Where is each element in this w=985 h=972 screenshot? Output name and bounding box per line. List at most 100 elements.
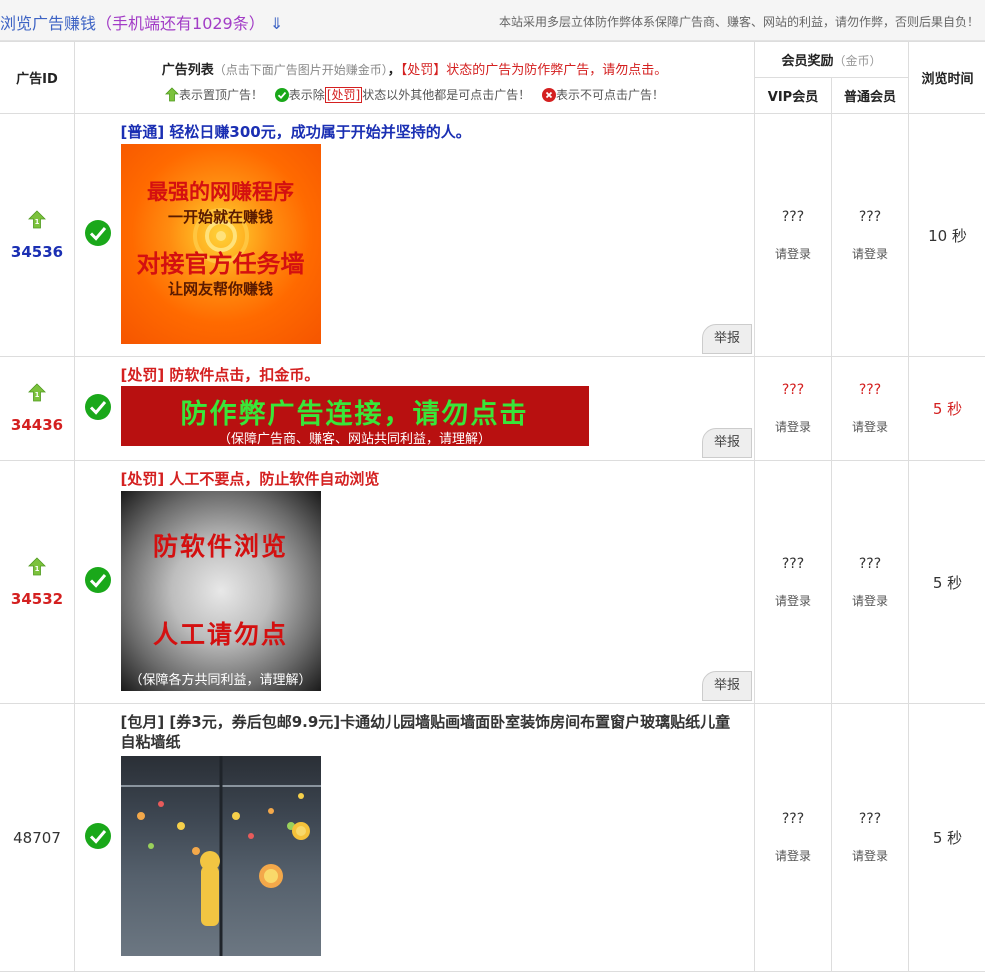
table-row: 48707 [包月] [券3元，券后包邮9.9元]卡通幼儿园墙贴画墙面卧室装饰房… [0,704,985,972]
status-cell [75,704,121,972]
ad-id[interactable]: 34532 [11,590,63,608]
vip-reward-cell: ??? 请登录 [755,114,832,357]
list-hint: （点击下面广告图片开始赚金币） [214,63,388,77]
legend: 表示置顶广告！ 表示除[处罚]状态以外其他都是可点击广告！ 表示不可点击广告！ [75,86,754,103]
normal-reward-cell: ??? 请登录 [832,704,909,972]
ad-title[interactable]: [包月] [券3元，券后包邮9.9元]卡通幼儿园墙贴画墙面卧室装饰房间布置窗户玻… [121,712,755,752]
ad-id[interactable]: 34436 [11,416,63,434]
normal-reward-cell: ??? 请登录 [832,357,909,461]
wall-sticker-illustration-icon [121,756,321,956]
ad-content: [普通] 轻松日赚300元，成功属于开始并坚持的人。 最强的网赚程序 一开始就在… [121,114,755,357]
browse-time: 5 秒 [909,704,985,972]
comma: ， [388,63,401,78]
banner-line-1: 最强的网赚程序 [121,176,321,206]
reward-unit: （金币） [834,54,882,68]
ad-id-cell: 1 34532 [0,461,75,704]
browse-time: 10 秒 [909,114,985,357]
ad-title[interactable]: [普通] 轻松日赚300元，成功属于开始并坚持的人。 [121,122,755,142]
ad-id[interactable]: 34536 [11,243,63,261]
normal-reward: ??? [832,811,908,827]
ad-content: [处罚] 人工不要点，防止软件自动浏览 防软件浏览 人工请勿点 （保障各方共同利… [121,461,755,704]
vip-reward: ??? [755,811,831,827]
banner-line-2: 人工请勿点 [121,615,321,651]
normal-reward: ??? [832,209,908,225]
col-header-id: 广告ID [0,42,75,114]
vip-reward-cell: ??? 请登录 [755,704,832,972]
vip-reward: ??? [755,556,831,572]
legend-penalty-tag: [处罚] [325,87,362,103]
ad-title[interactable]: [处罚] 防软件点击，扣金币。 [121,365,755,385]
banner-line-1: 防作弊广告连接，请勿点击 [121,392,589,431]
report-button[interactable]: 举报 [702,428,752,458]
status-cell [75,114,121,357]
svg-text:1: 1 [35,218,40,226]
ad-id[interactable]: 48707 [13,829,61,847]
ad-content: [处罚] 防软件点击，扣金币。 防作弊广告连接，请勿点击 （保障广告商、赚客、网… [121,357,755,461]
check-circle-icon [84,219,112,247]
login-link[interactable]: 请登录 [755,245,831,262]
browse-time: 5 秒 [909,461,985,704]
report-button[interactable]: 举报 [702,671,752,701]
top-bar: 浏览广告赚钱（手机端还有1029条） ⇓ 本站采用多层立体防作弊体系保障广告商、… [0,0,985,41]
ad-table: 广告ID 广告列表（点击下面广告图片开始赚金币），【处罚】状态的广告为防作弊广告… [0,41,985,972]
col-header-vip: VIP会员 [755,78,832,114]
mobile-count[interactable]: （手机端还有1029条） [96,14,265,33]
login-link[interactable]: 请登录 [755,592,831,609]
ad-banner[interactable]: 防软件浏览 人工请勿点 （保障各方共同利益，请理解） [121,491,321,691]
col-header-list: 广告列表（点击下面广告图片开始赚金币），【处罚】状态的广告为防作弊广告，请勿点击… [75,42,755,114]
collapse-arrow-icon[interactable]: ⇓ [270,14,283,33]
report-button[interactable]: 举报 [702,324,752,354]
banner-line-3: 对接官方任务墙 [121,244,321,279]
login-link[interactable]: 请登录 [832,418,908,435]
banner-line-4: 让网友帮你赚钱 [121,278,321,299]
legend-not-clickable: 表示不可点击广告！ [542,86,664,103]
login-link[interactable]: 请登录 [832,245,908,262]
vip-reward: ??? [755,382,831,398]
page-title-main: 浏览广告赚钱 [0,14,96,33]
pin-up-icon: 1 [28,557,46,576]
ad-product-image[interactable] [121,756,321,956]
penalty-note: 【处罚】状态的广告为防作弊广告，请勿点击。 [401,63,668,78]
pin-up-icon [165,87,179,102]
ad-banner[interactable]: 防作弊广告连接，请勿点击 （保障广告商、赚客、网站共同利益，请理解） [121,386,589,446]
ad-content: [包月] [券3元，券后包邮9.9元]卡通幼儿园墙贴画墙面卧室装饰房间布置窗户玻… [121,704,755,972]
normal-reward: ??? [832,382,908,398]
pin-up-icon: 1 [28,210,46,229]
anti-cheat-notice: 本站采用多层立体防作弊体系保障广告商、赚客、网站的利益，请勿作弊，否则后果自负！ [499,13,979,30]
table-row: 1 34536 [普通] 轻松日赚300元，成功属于开始并坚持的人。 最强的网赚… [0,114,985,357]
pin-up-icon: 1 [28,383,46,402]
login-link[interactable]: 请登录 [755,418,831,435]
legend-clickable-suffix: 状态以外其他都是可点击广告！ [362,88,530,102]
vip-reward-cell: ??? 请登录 [755,357,832,461]
vip-reward: ??? [755,209,831,225]
login-link[interactable]: 请登录 [832,592,908,609]
col-header-reward: 会员奖励（金币） [755,42,909,78]
login-link[interactable]: 请登录 [832,847,908,864]
svg-text:1: 1 [35,565,40,573]
ad-id-cell: 48707 [0,704,75,972]
normal-reward-cell: ??? 请登录 [832,114,909,357]
ad-title[interactable]: [处罚] 人工不要点，防止软件自动浏览 [121,469,755,489]
normal-reward: ??? [832,556,908,572]
ad-id-cell: 1 34536 [0,114,75,357]
reward-title: 会员奖励 [781,54,833,69]
login-link[interactable]: 请登录 [755,847,831,864]
check-circle-icon [84,566,112,594]
banner-line-3: （保障各方共同利益，请理解） [121,669,321,688]
ad-banner[interactable]: 最强的网赚程序 一开始就在赚钱 对接官方任务墙 让网友帮你赚钱 [121,144,321,344]
page-title: 浏览广告赚钱（手机端还有1029条） ⇓ [0,10,283,34]
banner-line-2: 一开始就在赚钱 [121,206,321,227]
col-header-time: 浏览时间 [909,42,985,114]
table-row: 1 34532 [处罚] 人工不要点，防止软件自动浏览 防软件浏览 人工请勿点 … [0,461,985,704]
browse-time: 5 秒 [909,357,985,461]
check-circle-icon [84,393,112,421]
legend-clickable-prefix: 表示除 [289,88,325,102]
legend-clickable: 表示除[处罚]状态以外其他都是可点击广告！ [275,86,530,103]
legend-not-clickable-text: 表示不可点击广告！ [556,88,664,102]
table-row: 1 34436 [处罚] 防软件点击，扣金币。 防作弊广告连接，请勿点击 （保障… [0,357,985,461]
legend-top-text: 表示置顶广告！ [179,88,263,102]
legend-top: 表示置顶广告！ [165,86,263,103]
normal-reward-cell: ??? 请登录 [832,461,909,704]
ad-id-cell: 1 34436 [0,357,75,461]
check-circle-icon [275,88,289,102]
